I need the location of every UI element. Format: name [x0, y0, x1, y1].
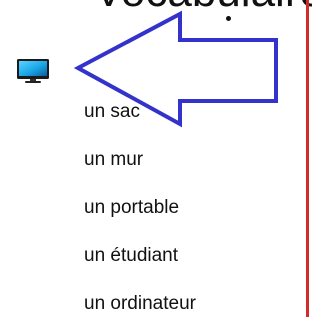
monitor-icon: [17, 59, 49, 83]
list-item: un portable: [84, 197, 180, 218]
slide-title-cut: Vocabulaire: [94, 0, 312, 14]
list-item: un sac: [84, 101, 140, 122]
bullet-dot: [226, 16, 231, 21]
edge-line: [306, 0, 309, 317]
list-item: un étudiant: [84, 245, 179, 266]
list-item: un ordinateur: [84, 293, 196, 314]
left-arrow-icon: [73, 10, 278, 128]
slide-canvas: Vocabulaire un sac un mur un portable un…: [0, 0, 312, 317]
list-item: un mur: [84, 149, 144, 170]
